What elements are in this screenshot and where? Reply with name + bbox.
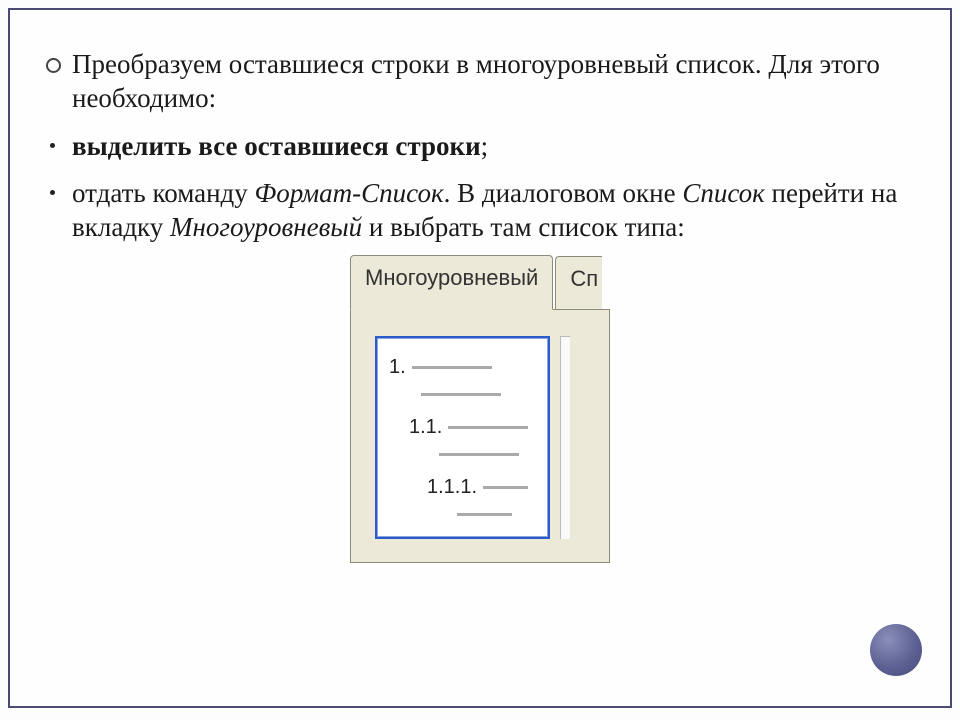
tab-name: Многоуровневый — [170, 212, 362, 242]
slide-frame: Преобразуем оставшиеся строки в многоуро… — [8, 8, 952, 708]
bullet-text: . В диалоговом окне — [444, 178, 683, 208]
level-num: 1. — [389, 356, 406, 379]
line-icon — [421, 393, 501, 396]
level-num: 1.1. — [409, 416, 442, 439]
line-icon — [457, 513, 512, 516]
thumb-line: . — [389, 443, 538, 466]
thumb-line: 1.1. — [389, 416, 538, 439]
dialog-name: Список — [682, 178, 764, 208]
tab-partial[interactable]: Сп — [555, 256, 602, 309]
tab-panel: 1. . 1.1. . — [350, 309, 610, 563]
decorative-circle-icon — [870, 624, 922, 676]
list-item: выделить все оставшиеся строки; — [44, 130, 916, 164]
dialog-screenshot: Многоуровневый Сп 1. . 1.1. — [44, 263, 916, 563]
adjacent-thumbnail-edge — [560, 336, 570, 539]
line-icon — [412, 366, 492, 369]
bullet-list: Преобразуем оставшиеся строки в многоуро… — [44, 48, 916, 245]
bullet-text: и выбрать там список типа: — [362, 212, 685, 242]
line-icon — [448, 426, 528, 429]
tab-row: Многоуровневый Сп — [350, 263, 610, 309]
bullet-text: отдать команду — [72, 178, 255, 208]
thumb-line: 1. — [389, 356, 538, 379]
level-num: 1.1.1. — [427, 476, 477, 499]
line-icon — [439, 453, 519, 456]
list-item: отдать команду Формат-Список. В диалогов… — [44, 177, 916, 245]
thumb-line: . — [389, 503, 538, 526]
thumb-line: 1.1.1. — [389, 476, 538, 499]
tab-control: Многоуровневый Сп 1. . 1.1. — [350, 263, 610, 563]
tab-multilevel[interactable]: Многоуровневый — [350, 255, 553, 310]
bullet-text-bold: выделить все оставшиеся строки — [72, 131, 481, 161]
list-style-thumbnail[interactable]: 1. . 1.1. . — [375, 336, 550, 539]
bullet-text-tail: ; — [481, 131, 489, 161]
thumb-line: . — [389, 383, 538, 406]
menu-command: Формат-Список — [255, 178, 444, 208]
list-item: Преобразуем оставшиеся строки в многоуро… — [44, 48, 916, 116]
line-icon — [483, 486, 528, 489]
bullet-text: Преобразуем оставшиеся строки в многоуро… — [72, 49, 880, 113]
